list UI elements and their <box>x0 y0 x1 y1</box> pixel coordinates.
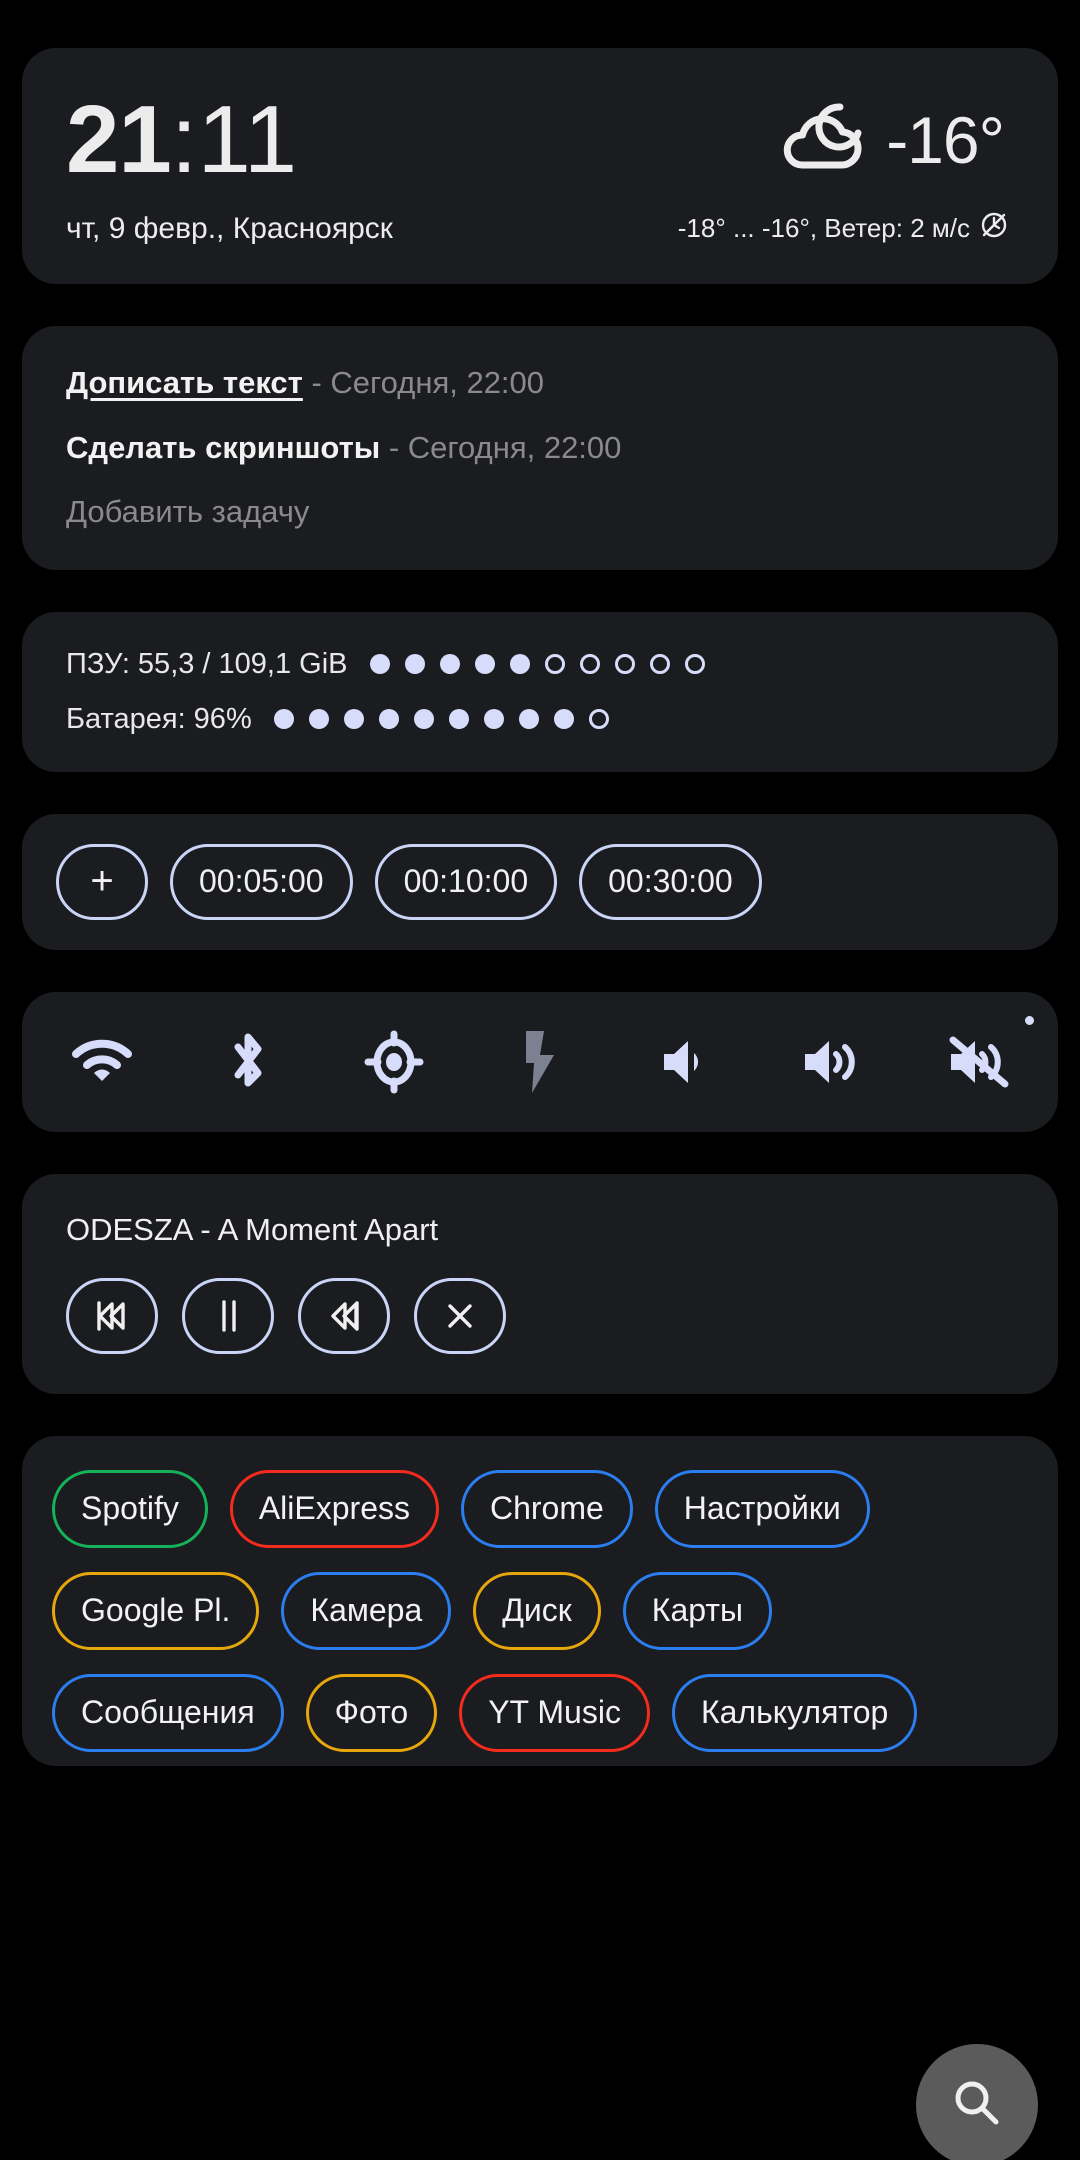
current-temperature: -16° <box>886 102 1005 177</box>
clock-minutes: 11 <box>197 86 298 193</box>
task-title[interactable]: Сделать скриншоты <box>66 430 380 465</box>
clock-sub-row: чт, 9 февр., Красноярск -18° ... -16°, В… <box>66 211 1014 246</box>
battery-dot-filled <box>343 709 364 730</box>
status-dot-icon <box>1025 1015 1034 1025</box>
close-player-button[interactable] <box>414 1277 506 1354</box>
task-dash: - <box>380 429 408 465</box>
previous-track-button[interactable] <box>66 1277 158 1354</box>
storage-dots-gauge <box>369 654 705 675</box>
bluetooth-icon[interactable] <box>212 1026 284 1098</box>
add-timer-button[interactable]: + <box>56 843 148 920</box>
battery-dot-filled <box>448 709 469 730</box>
app-shortcuts-grid: Spotify AliExpress Chrome Настройки Google P… <box>52 1469 1028 1752</box>
timer-preset-5min[interactable]: 00:05:00 <box>170 843 353 920</box>
battery-dot-filled <box>413 709 434 730</box>
task-item[interactable]: Дописать текст - Сегодня, 22:00 <box>66 364 1014 403</box>
media-controls-row <box>66 1277 1014 1354</box>
search-fab-button[interactable] <box>916 2044 1038 2160</box>
media-track-title: ODESZA - A Moment Apart <box>66 1211 439 1247</box>
app-shortcut-карты[interactable]: Карты <box>622 1571 772 1650</box>
storage-dot-filled <box>509 654 530 675</box>
flash-icon[interactable] <box>504 1026 576 1098</box>
app-shortcuts-row: Spotify AliExpress Chrome Настройки <box>52 1469 1028 1548</box>
home-screen: 21:11 -16° чт, 9 февр., Красноярск -18° … <box>0 48 1080 2160</box>
storage-dot-filled <box>474 654 495 675</box>
battery-dot-filled <box>483 709 504 730</box>
task-due: Сегодня, 22:00 <box>330 365 545 401</box>
battery-dot-filled <box>308 709 329 730</box>
clock-weather-card[interactable]: 21:11 -16° чт, 9 февр., Красноярск -18° … <box>22 48 1058 285</box>
storage-dot-empty <box>614 654 635 675</box>
app-shortcut-сообщения[interactable]: Сообщения <box>52 1673 284 1752</box>
weather-current[interactable]: -16° <box>776 101 1014 178</box>
clock-row: 21:11 -16° <box>66 92 1014 188</box>
timer-preset-10min[interactable]: 00:10:00 <box>374 843 558 920</box>
task-dash: - <box>302 365 331 401</box>
storage-dot-empty <box>544 654 565 675</box>
add-task-button[interactable]: Добавить задачу <box>66 494 1014 530</box>
battery-dot-filled <box>273 709 294 730</box>
quick-toggles-row <box>66 1026 1014 1098</box>
volume-low-icon[interactable] <box>650 1026 722 1098</box>
task-item[interactable]: Сделать скриншоты - Сегодня, 22:00 <box>66 429 1014 468</box>
app-shortcut-настройки[interactable]: Настройки <box>654 1469 870 1548</box>
tasks-card: Дописать текст - Сегодня, 22:00 Сделать … <box>22 326 1058 570</box>
app-shortcut-google-pl[interactable]: Google Pl. <box>52 1571 260 1650</box>
cloud-moon-icon <box>776 101 868 178</box>
clock-hours: 21 <box>66 86 172 193</box>
app-shortcuts-card: Spotify AliExpress Chrome Настройки Google P… <box>22 1435 1058 1766</box>
storage-dot-empty <box>649 654 670 675</box>
battery-dot-filled <box>378 709 399 730</box>
battery-dots-gauge <box>273 709 609 730</box>
battery-dot-filled <box>553 709 574 730</box>
media-player-card: ODESZA - A Moment Apart <box>22 1173 1058 1394</box>
task-title[interactable]: Дописать текст <box>66 365 303 400</box>
app-shortcut-камера[interactable]: Камера <box>281 1571 452 1650</box>
timer-presets-row: + 00:05:00 00:10:00 00:30:00 <box>56 843 1024 920</box>
location-icon[interactable] <box>358 1026 430 1098</box>
storage-dot-filled <box>439 654 460 675</box>
date-location-label: чт, 9 февр., Красноярск <box>66 211 393 245</box>
storage-dot-filled <box>404 654 425 675</box>
quick-toggles-card <box>22 991 1058 1132</box>
battery-dot-empty <box>588 709 609 730</box>
timer-preset-30min[interactable]: 00:30:00 <box>579 843 762 920</box>
storage-dot-empty <box>684 654 705 675</box>
task-due: Сегодня, 22:00 <box>407 429 622 465</box>
battery-label: Батарея: 96% <box>66 702 252 735</box>
storage-label: ПЗУ: 55,3 / 109,1 GiB <box>66 647 348 680</box>
app-shortcuts-row: Google Pl. Камера Диск Карты <box>52 1571 1028 1650</box>
search-icon <box>948 2074 1006 2137</box>
app-shortcut-aliexpress[interactable]: AliExpress <box>229 1469 439 1548</box>
volume-high-icon[interactable] <box>796 1026 868 1098</box>
battery-row[interactable]: Батарея: 96% <box>66 703 1014 736</box>
app-shortcut-калькулятор[interactable]: Калькулятор <box>671 1673 918 1752</box>
app-shortcut-chrome[interactable]: Chrome <box>460 1469 633 1548</box>
system-stats-card: ПЗУ: 55,3 / 109,1 GiB Батарея: 96% <box>22 611 1058 772</box>
clock-time[interactable]: 21:11 <box>66 92 297 188</box>
app-shortcuts-row: Сообщения Фото YT Music Калькулятор <box>52 1673 1028 1752</box>
next-track-button[interactable] <box>298 1277 390 1354</box>
app-shortcut-yt-music[interactable]: YT Music <box>459 1673 650 1752</box>
clock-refresh-icon[interactable] <box>980 211 1008 246</box>
app-shortcut-фото[interactable]: Фото <box>305 1673 438 1752</box>
storage-dot-empty <box>579 654 600 675</box>
storage-row[interactable]: ПЗУ: 55,3 / 109,1 GiB <box>66 648 1014 681</box>
timers-card: + 00:05:00 00:10:00 00:30:00 <box>22 813 1058 950</box>
weather-range-wind-label: -18° ... -16°, Ветер: 2 м/с <box>677 213 970 244</box>
app-shortcut-диск[interactable]: Диск <box>473 1571 601 1650</box>
weather-details: -18° ... -16°, Ветер: 2 м/с <box>678 211 1014 246</box>
app-shortcut-spotify[interactable]: Spotify <box>52 1469 208 1548</box>
battery-dot-filled <box>518 709 539 730</box>
pause-button[interactable] <box>182 1277 274 1354</box>
clock-separator: : <box>170 86 198 193</box>
volume-mute-icon[interactable] <box>942 1026 1014 1098</box>
wifi-icon[interactable] <box>66 1026 138 1098</box>
storage-dot-filled <box>369 654 390 675</box>
